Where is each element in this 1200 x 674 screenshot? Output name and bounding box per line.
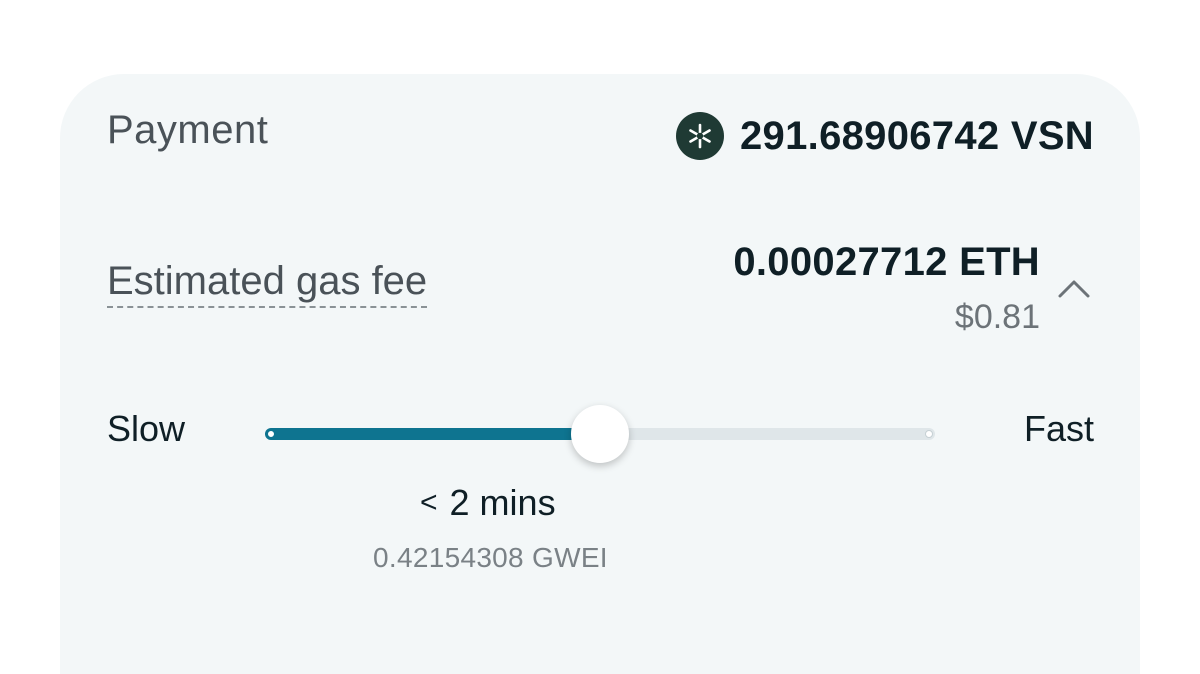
slider-start-dot <box>267 430 275 438</box>
slider-thumb[interactable] <box>571 405 629 463</box>
payment-amount: 291.68906742 VSN <box>740 113 1094 158</box>
eta-prefix: < <box>420 486 438 519</box>
estimated-time: < 2 mins <box>420 482 556 524</box>
payment-value: 291.68906742 VSN <box>676 112 1094 160</box>
gas-speed-slider[interactable] <box>265 405 935 463</box>
speed-fast-label: Fast <box>1023 408 1094 449</box>
slider-fill <box>265 428 600 440</box>
gas-fee-eth: 0.00027712 ETH <box>733 240 1040 284</box>
transaction-card <box>60 74 1140 674</box>
slider-end-dot <box>925 430 933 438</box>
eta-text: 2 mins <box>449 482 556 523</box>
vsn-token-icon <box>676 112 725 160</box>
payment-label: Payment <box>107 108 269 152</box>
chevron-up-icon[interactable] <box>1052 270 1096 306</box>
estimated-gas-fee-tooltip-trigger[interactable]: Estimated gas fee <box>107 258 428 308</box>
gas-price-gwei: 0.42154308 GWEI <box>373 542 608 573</box>
gas-fee-usd: $0.81 <box>954 298 1040 336</box>
speed-slow-label: Slow <box>107 408 186 449</box>
